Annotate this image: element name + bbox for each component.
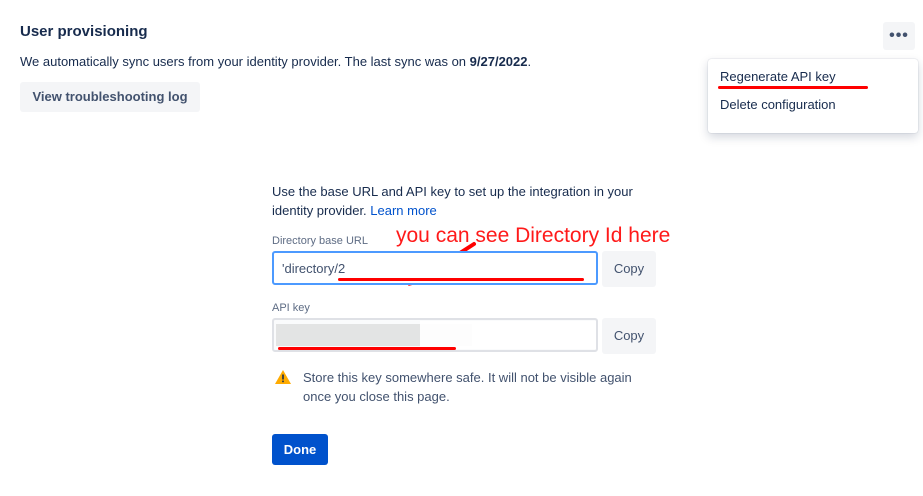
copy-directory-url-button[interactable]: Copy [602, 251, 656, 287]
copy-api-key-button[interactable]: Copy [602, 318, 656, 354]
annotation-underline-url [338, 278, 584, 281]
view-troubleshooting-log-button[interactable]: View troubleshooting log [20, 82, 200, 112]
sync-description-text: We automatically sync users from your id… [20, 54, 470, 69]
actions-dropdown-menu: Regenerate API key Delete configuration [708, 59, 918, 133]
sync-description: We automatically sync users from your id… [20, 54, 531, 69]
sync-description-end: . [527, 54, 532, 69]
last-sync-date: 9/27/2022 [469, 54, 528, 69]
page-title: User provisioning [20, 23, 148, 40]
warning-icon [275, 370, 291, 384]
user-provisioning-page: User provisioning We automatically sync … [0, 0, 923, 496]
redaction-api-key [420, 321, 596, 349]
annotation-underline-api-key [278, 347, 456, 350]
setup-instructions: Use the base URL and API key to set up t… [272, 182, 652, 220]
ellipsis-icon: ••• [889, 27, 909, 44]
api-key-label: API key [272, 302, 310, 314]
redaction-directory-url [346, 254, 594, 280]
done-button[interactable]: Done [272, 434, 328, 465]
menu-item-delete-configuration[interactable]: Delete configuration [708, 91, 918, 119]
warning-message: Store this key somewhere safe. It will n… [303, 370, 632, 404]
setup-instructions-text: Use the base URL and API key to set up t… [272, 184, 633, 218]
more-actions-button[interactable]: ••• [883, 22, 915, 50]
learn-more-link[interactable]: Learn more [370, 203, 436, 218]
directory-url-label: Directory base URL [272, 235, 368, 247]
directory-url-value: 'directory/2 [282, 261, 346, 276]
annotation-underline-regenerate [718, 86, 868, 89]
